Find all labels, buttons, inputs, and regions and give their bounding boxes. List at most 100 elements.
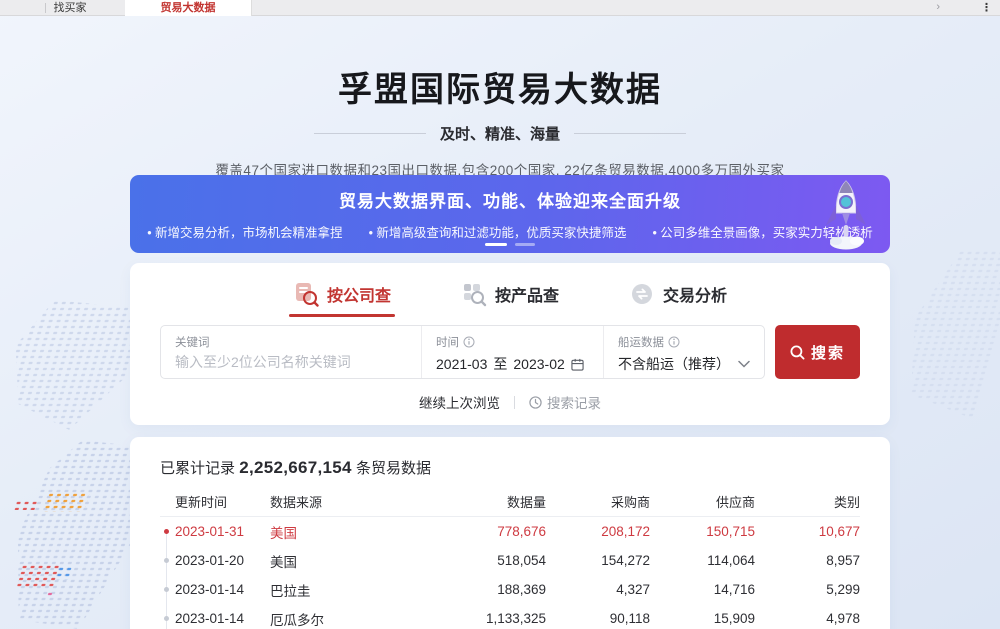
cell-date: 2023-01-20 [175, 553, 270, 568]
stats-suffix: 条贸易数据 [356, 460, 431, 477]
tab-trade-bigdata[interactable]: 贸易大数据 [125, 0, 252, 16]
col-header-buyers: 采购商 [546, 492, 650, 511]
cell-date: 2023-01-14 [175, 611, 270, 626]
analysis-icon [629, 281, 655, 307]
cell-source: 厄瓜多尔 [270, 609, 400, 629]
cell-categories: 8,957 [755, 553, 860, 568]
cell-buyers: 208,172 [546, 524, 650, 539]
info-icon [463, 336, 475, 348]
search-button[interactable]: 搜索 [775, 325, 860, 379]
search-card: 按公司查 按产品查 交易分析 关键词 [130, 263, 890, 425]
cell-volume: 518,054 [400, 553, 546, 568]
search-history-link[interactable]: 搜索记录 [529, 392, 601, 412]
search-button-label: 搜索 [811, 342, 845, 363]
clock-icon [529, 396, 542, 409]
tab-search-by-product[interactable]: 按产品查 [461, 281, 559, 317]
upgrade-banner[interactable]: 贸易大数据界面、功能、体验迎来全面升级 新增交易分析，市场机会精准拿捏 新增高级… [130, 175, 890, 253]
banner-bullet: 新增交易分析，市场机会精准拿捏 [147, 222, 342, 241]
stats-prefix: 已累计记录 [160, 460, 235, 477]
cell-source: 美国 [270, 551, 400, 571]
banner-pagination [130, 243, 890, 246]
table-body: 2023-01-31 美国 778,676 208,172 150,715 10… [160, 517, 860, 629]
time-field[interactable]: 时间 2021-03 至 2023-02 [421, 326, 603, 378]
kebab-menu-icon[interactable]: ⋮ [981, 1, 992, 14]
search-icon [790, 345, 805, 360]
page-subtitle: 及时、精准、海量 [440, 123, 560, 144]
cell-categories: 4,978 [755, 611, 860, 626]
tab-label: 按公司查 [327, 282, 391, 306]
table-header-row: 更新时间 数据来源 数据量 采购商 供应商 类别 [160, 486, 860, 517]
info-icon [668, 336, 680, 348]
shipping-field[interactable]: 船运数据 不含船运（推荐） [603, 326, 764, 378]
tab-search-by-company[interactable]: 按公司查 [293, 281, 391, 317]
tab-find-buyers[interactable]: 找买家 [30, 0, 110, 16]
table-row[interactable]: 2023-01-20 美国 518,054 154,272 114,064 8,… [160, 546, 860, 575]
product-search-icon [461, 281, 487, 307]
cell-source: 美国 [270, 522, 400, 542]
links-divider [514, 396, 515, 409]
tab-trade-analysis[interactable]: 交易分析 [629, 281, 727, 317]
search-bar: 关键词 时间 2021-03 至 2023-02 船运数据 [160, 325, 765, 379]
search-tabs: 按公司查 按产品查 交易分析 [130, 263, 890, 317]
shipping-label: 船运数据 [618, 334, 664, 350]
calendar-icon [571, 358, 584, 371]
cell-date: 2023-01-14 [175, 582, 270, 597]
timeline-dot [160, 575, 175, 604]
time-to[interactable]: 2023-02 [513, 356, 564, 372]
col-header-volume: 数据量 [400, 492, 546, 511]
chevron-down-icon[interactable] [738, 360, 750, 368]
cell-volume: 1,133,325 [400, 611, 546, 626]
time-from[interactable]: 2021-03 [436, 356, 487, 372]
cell-volume: 188,369 [400, 582, 546, 597]
timeline-dot [160, 604, 175, 629]
total-records-line: 已累计记录 2,252,667,154 条贸易数据 [160, 437, 860, 478]
shipping-value: 不含船运（推荐） [618, 354, 730, 374]
company-search-icon [293, 281, 319, 307]
cell-categories: 5,299 [755, 582, 860, 597]
timeline-dot [160, 517, 175, 546]
table-row[interactable]: 2023-01-14 厄瓜多尔 1,133,325 90,118 15,909 … [160, 604, 860, 629]
pagination-dash-active[interactable] [485, 243, 507, 246]
keyword-label: 关键词 [175, 334, 407, 350]
cell-suppliers: 15,909 [650, 611, 755, 626]
cell-volume: 778,676 [400, 524, 546, 539]
stats-total: 2,252,667,154 [239, 458, 352, 477]
banner-bullet: 新增高级查询和过滤功能，优质买家快捷筛选 [369, 222, 627, 241]
subtitle-line-left [314, 133, 426, 134]
continue-last-browse-link[interactable]: 继续上次浏览 [419, 392, 500, 412]
cell-buyers: 4,327 [546, 582, 650, 597]
banner-title: 贸易大数据界面、功能、体验迎来全面升级 [130, 187, 890, 212]
rocket-icon [820, 177, 872, 251]
hero-section: 孚盟国际贸易大数据 及时、精准、海量 覆盖47个国家进口数据和23国出口数据,包… [0, 62, 1000, 179]
timeline-dot [160, 546, 175, 575]
cell-date: 2023-01-31 [175, 524, 270, 539]
quick-links: 继续上次浏览 搜索记录 [130, 392, 890, 412]
keyword-field[interactable]: 关键词 [161, 326, 421, 378]
chevron-right-icon[interactable]: › [936, 1, 940, 13]
cell-buyers: 90,118 [546, 611, 650, 626]
pagination-dash[interactable] [515, 243, 535, 246]
trade-data-card: 已累计记录 2,252,667,154 条贸易数据 更新时间 数据来源 数据量 … [130, 437, 890, 629]
browser-tab-bar: 找买家 贸易大数据 › ⋮ [0, 0, 1000, 16]
cell-buyers: 154,272 [546, 553, 650, 568]
keyword-input[interactable] [175, 354, 407, 370]
table-row[interactable]: 2023-01-14 巴拉圭 188,369 4,327 14,716 5,29… [160, 575, 860, 604]
tab-label: 交易分析 [663, 282, 727, 306]
cell-source: 巴拉圭 [270, 580, 400, 600]
page-title: 孚盟国际贸易大数据 [0, 62, 1000, 111]
banner-bullets: 新增交易分析，市场机会精准拿捏 新增高级查询和过滤功能，优质买家快捷筛选 公司多… [130, 222, 890, 241]
time-label: 时间 [436, 334, 459, 350]
page-subtitle-row: 及时、精准、海量 [0, 123, 1000, 144]
col-header-date: 更新时间 [175, 492, 270, 511]
cell-suppliers: 114,064 [650, 553, 755, 568]
col-header-categories: 类别 [755, 492, 860, 511]
col-header-source: 数据来源 [270, 492, 400, 511]
tab-label: 按产品查 [495, 282, 559, 306]
timeline-header-spacer [160, 486, 175, 516]
time-separator: 至 [493, 354, 507, 374]
cell-categories: 10,677 [755, 524, 860, 539]
table-row[interactable]: 2023-01-31 美国 778,676 208,172 150,715 10… [160, 517, 860, 546]
cell-suppliers: 150,715 [650, 524, 755, 539]
search-history-label: 搜索记录 [547, 392, 601, 412]
subtitle-line-right [574, 133, 686, 134]
